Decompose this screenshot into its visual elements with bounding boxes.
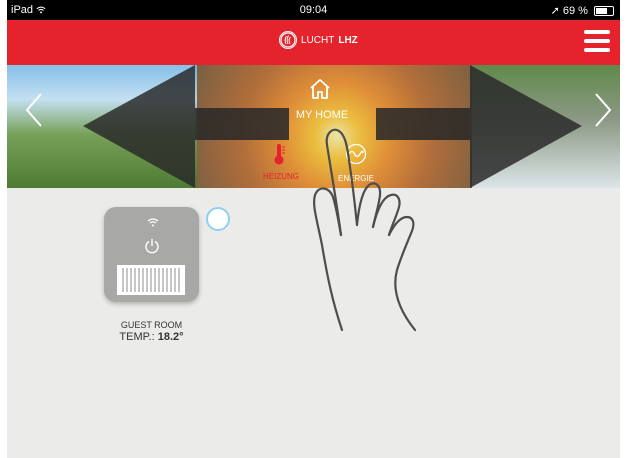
brand-bold: LHZ [338,34,358,46]
thermometer-icon[interactable] [272,142,286,166]
status-bar: iPad 09:04 ➚ 69 % [7,0,620,20]
menu-line [584,48,610,52]
temp-label: TEMP.: [119,331,155,343]
power-icon[interactable] [144,238,160,254]
room-tile[interactable] [104,207,199,302]
brand-logo: LUCHT LHZ [279,31,358,49]
status-time: 09:04 [299,4,328,16]
hamburger-menu-icon[interactable] [584,30,610,52]
app-frame: iPad 09:04 ➚ 69 % LUCHT LHZ MY HOME HEIZ… [7,0,620,458]
battery-icon [594,6,614,17]
tap-gesture-hand-icon [313,128,417,332]
home-icon[interactable] [308,77,332,101]
left-arrow-overlay [83,65,195,188]
menu-line [584,30,610,34]
my-home-label[interactable]: MY HOME [282,109,362,121]
wifi-icon [147,218,159,227]
battery-percent: 69 % [562,5,588,17]
battery-fill [596,8,608,15]
temp-value: 18.2° [157,331,184,343]
flame-logo-icon [279,31,297,49]
menu-line [584,39,610,43]
header-bar: LUCHT LHZ [7,20,620,65]
left-shade-bar [195,108,289,140]
room-temperature: TEMP.: 18.2° [89,331,214,343]
battery-status: ➚ 69 % [551,4,614,17]
chevron-left-icon[interactable] [21,92,47,128]
room-name: GUEST ROOM [120,320,183,330]
chevron-right-icon[interactable] [590,92,616,128]
device-status-indicator[interactable] [206,207,230,231]
right-arrow-overlay [470,65,582,188]
location-arrow-icon: ➚ [550,5,560,17]
radiator-icon [117,265,185,295]
brand-light: LUCHT [301,34,335,46]
